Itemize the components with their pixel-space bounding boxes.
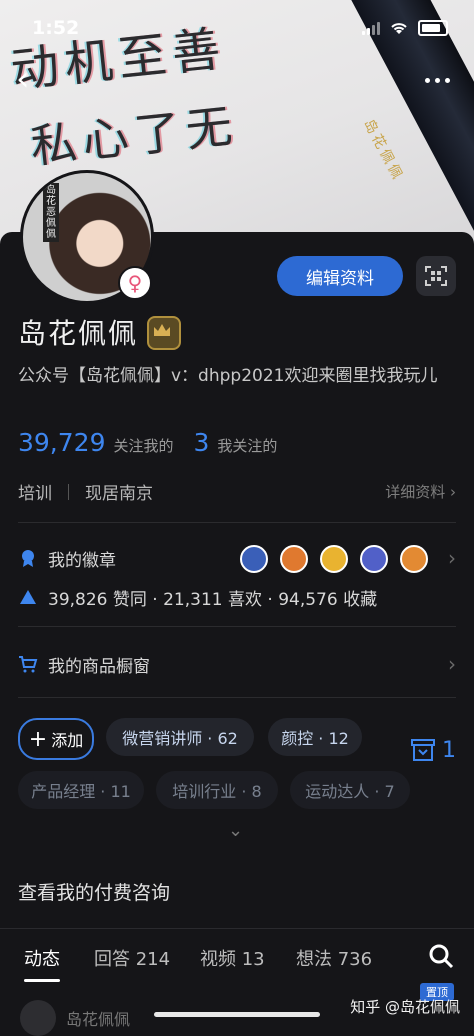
wifi-icon [391, 23, 407, 34]
feed-item[interactable]: 岛花佩佩 [20, 1000, 130, 1036]
search-icon[interactable] [428, 943, 454, 969]
avatar-tag: 岛花恶佩佩 [43, 183, 59, 242]
shop-window-label: 我的商品橱窗 [48, 656, 150, 677]
active-tab-indicator [24, 979, 60, 982]
badges-label: 我的徽章 [48, 550, 116, 571]
achievement-stats: 39,826 赞同 · 21,311 喜欢 · 94,576 收藏 [48, 589, 378, 610]
triangle-up-icon [18, 587, 38, 607]
follow-stats: 39,729 关注我的 3 我关注的 [18, 428, 297, 457]
expand-chevron-icon[interactable]: ⌄ [228, 820, 243, 841]
content-tabs: 动态 回答 214 视频 13 想法 736 [0, 928, 474, 985]
watermark: 知乎 @岛花佩佩 [350, 998, 460, 1016]
more-icon[interactable] [425, 78, 450, 83]
chevron-right-icon: › [448, 546, 456, 570]
profile-location: 现居南京 [85, 484, 153, 504]
profile-bio: 公众号【岛花佩佩】v：dhpp2021欢迎来圈里找我玩儿 [18, 366, 438, 386]
tag-collect-button[interactable]: 1 [410, 737, 456, 763]
edit-profile-button[interactable]: 编辑资料 [277, 256, 403, 296]
badge-icon [400, 545, 428, 573]
status-icons [362, 20, 448, 36]
cart-icon [18, 654, 38, 674]
cover-pen-text: 岛花佩佩 [360, 116, 407, 185]
qr-code-button[interactable] [416, 256, 456, 296]
add-tag-label: 添加 [51, 731, 84, 750]
divider [18, 697, 456, 698]
status-bar: 1:52 [0, 0, 474, 56]
badge-icon [280, 545, 308, 573]
tab-answers[interactable]: 回答 214 [94, 945, 170, 971]
divider [18, 626, 456, 627]
profile-meta: 培训 现居南京 [18, 479, 153, 504]
followers-label[interactable]: 关注我的 [113, 435, 173, 456]
tag-chip[interactable]: 运动达人 · 7 [290, 771, 410, 809]
tab-thoughts[interactable]: 想法 736 [296, 945, 372, 971]
badge-icon [360, 545, 388, 573]
chevron-right-icon: › [450, 483, 456, 501]
paid-consult-link[interactable]: 查看我的付费咨询 [18, 878, 170, 905]
tag-chip[interactable]: 颜控 · 12 [268, 718, 362, 756]
signal-icon [362, 21, 380, 35]
feed-author: 岛花佩佩 [66, 1010, 131, 1029]
badges-row[interactable]: 我的徽章 › [18, 545, 456, 573]
detail-info-label: 详细资料 [385, 483, 446, 501]
tag-chip[interactable]: 产品经理 · 11 [18, 771, 144, 809]
back-icon[interactable]: ‹ [16, 62, 46, 96]
detail-info-link[interactable]: 详细资料 › [385, 481, 456, 502]
following-label[interactable]: 我关注的 [217, 435, 277, 456]
home-indicator [154, 1012, 320, 1017]
profile-name: 岛花佩佩 [18, 317, 139, 350]
followers-count[interactable]: 39,729 [18, 428, 105, 457]
add-tag-button[interactable]: + 添加 [18, 718, 94, 760]
feed-avatar [20, 1000, 56, 1036]
tag-chip[interactable]: 微营销讲师 · 62 [106, 718, 254, 756]
shop-window-row[interactable]: 我的商品橱窗 › [18, 651, 456, 677]
medal-icon [18, 548, 38, 568]
plus-icon: + [28, 726, 48, 752]
badge-list [240, 545, 428, 573]
crown-icon [154, 324, 170, 336]
following-count[interactable]: 3 [194, 428, 210, 457]
status-time: 1:52 [32, 17, 80, 39]
meta-separator [68, 483, 69, 500]
chevron-right-icon: › [448, 652, 456, 676]
divider [18, 522, 456, 523]
crown-badge-icon[interactable] [147, 316, 181, 350]
tag-collect-count: 1 [442, 737, 456, 763]
battery-icon [418, 20, 448, 36]
cover-handwriting-line2: 私心了无 [28, 98, 241, 174]
badge-icon [320, 545, 348, 573]
female-gender-icon: ♀ [118, 266, 152, 300]
badge-icon [240, 545, 268, 573]
collect-box-icon [411, 739, 435, 761]
scan-icon [425, 266, 447, 286]
profile-industry: 培训 [18, 484, 52, 504]
tag-chip[interactable]: 培训行业 · 8 [156, 771, 278, 809]
tab-videos[interactable]: 视频 13 [200, 945, 265, 971]
tab-activity[interactable]: 动态 [24, 945, 60, 971]
achievement-row: 39,826 赞同 · 21,311 喜欢 · 94,576 收藏 [18, 584, 456, 610]
